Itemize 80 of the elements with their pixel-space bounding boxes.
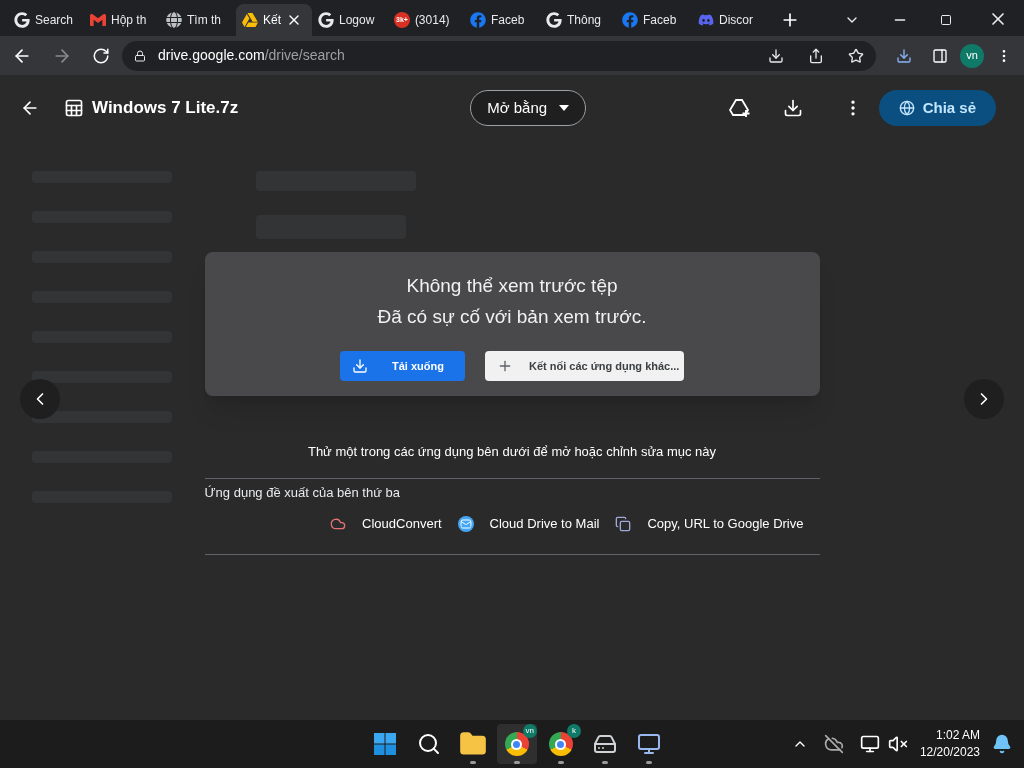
running-indicator: [557, 761, 564, 764]
muted-speaker-icon[interactable]: [887, 734, 908, 754]
google-icon: [546, 12, 562, 28]
date-text: 12/20/2023: [919, 744, 980, 761]
copy-icon: [615, 515, 632, 532]
file-icon: [64, 98, 84, 118]
windows-logo-icon: [372, 732, 397, 756]
app-suggestion-link[interactable]: Copy, URL to Google Drive: [615, 514, 804, 534]
mail-icon: [457, 515, 474, 532]
monitor-icon: [636, 732, 661, 756]
tab-title: Search: [35, 12, 74, 29]
side-panel-icon[interactable]: [932, 47, 948, 64]
browser-tab[interactable]: Logow: [312, 4, 388, 36]
plus-icon: [497, 358, 513, 374]
open-with-button[interactable]: Mở bằng: [470, 90, 587, 126]
globe-icon: [898, 100, 915, 116]
running-indicator: [645, 761, 652, 764]
facebook-icon: [470, 12, 486, 28]
search-icon: [416, 732, 441, 756]
add-shortcut-icon[interactable]: [728, 98, 751, 118]
browser-tab[interactable]: Search: [8, 4, 84, 36]
dialog-title: Không thể xem trước tệp: [406, 274, 618, 298]
tab-title: Logow: [339, 12, 375, 29]
tab-title: (3014): [414, 12, 450, 29]
browser-tab[interactable]: Kết: [236, 4, 312, 36]
tab-title: Kết: [263, 12, 281, 29]
browser-tab[interactable]: Faceb: [616, 4, 692, 36]
google-icon: [318, 12, 334, 28]
download-icon[interactable]: [782, 98, 803, 118]
clock[interactable]: 1:02 AM 12/20/2023: [919, 727, 980, 761]
lock-icon: [134, 49, 146, 62]
browser-tab[interactable]: Thông: [540, 4, 616, 36]
google-icon: [14, 12, 30, 28]
tab-title: Thông: [567, 12, 602, 29]
profile-badge: vn: [522, 724, 537, 738]
connect-apps-button[interactable]: Kết nối các ứng dụng khác...: [485, 351, 684, 381]
reload-icon[interactable]: [92, 46, 110, 65]
browser-tab[interactable]: Hộp th: [84, 4, 160, 36]
address-field[interactable]: drive.google.com/drive/search: [122, 40, 876, 71]
time-text: 1:02 AM: [935, 727, 980, 744]
bookmark-star-icon[interactable]: [848, 47, 864, 64]
share-button[interactable]: Chia sẻ: [878, 90, 996, 126]
download-button[interactable]: Tải xuống: [340, 351, 465, 381]
profile-avatar[interactable]: vn: [960, 43, 984, 68]
discord-icon: [698, 12, 714, 28]
app-suggestion-link[interactable]: Cloud Drive to Mail: [457, 514, 600, 534]
running-indicator: [601, 761, 608, 764]
mail-icon: [90, 12, 106, 28]
browser-tab[interactable]: Tìm th: [160, 4, 236, 36]
app-suggestion-link[interactable]: CloudConvert: [330, 514, 442, 534]
notification-bell-icon[interactable]: [992, 734, 1012, 754]
restore-icon[interactable]: [940, 14, 952, 26]
download-icon: [352, 358, 368, 374]
tab-title: Faceb: [491, 12, 525, 29]
running-indicator: [469, 761, 476, 764]
url-text: drive.google.com/drive/search: [158, 46, 345, 65]
tab-title: Faceb: [643, 12, 677, 29]
globe-icon: [166, 12, 182, 28]
share-icon[interactable]: [808, 47, 824, 64]
dialog-message: Đã có sự cố với bản xem trước.: [377, 304, 647, 329]
running-indicator: [513, 761, 520, 764]
browser-tab[interactable]: Faceb: [464, 4, 540, 36]
tab-title: Discor: [719, 12, 753, 29]
file-title: Windows 7 Lite.7z: [92, 97, 239, 120]
tab-title: Hộp th: [111, 12, 147, 29]
profile-badge: k: [566, 724, 581, 738]
tab-title: Tìm th: [187, 12, 221, 29]
folder-icon: [458, 730, 487, 758]
cloud-off-icon[interactable]: [823, 734, 844, 754]
drive-icon: [242, 12, 258, 28]
browser-tab[interactable]: Discor: [692, 4, 768, 36]
taskbar-app[interactable]: k: [540, 724, 581, 764]
hint-text: Thử một trong các ứng dụng bên dưới để mở hoặc chỉnh sửa mục này: [204, 442, 820, 479]
taskbar-app[interactable]: vn: [496, 724, 537, 764]
section-heading: Ứng dụng đề xuất của bên thứ ba: [204, 483, 401, 502]
facebook-icon: [622, 12, 638, 28]
install-icon[interactable]: [768, 47, 784, 64]
network-icon[interactable]: [859, 734, 880, 754]
downloads-icon[interactable]: [896, 47, 912, 64]
caret-icon: [559, 105, 570, 111]
